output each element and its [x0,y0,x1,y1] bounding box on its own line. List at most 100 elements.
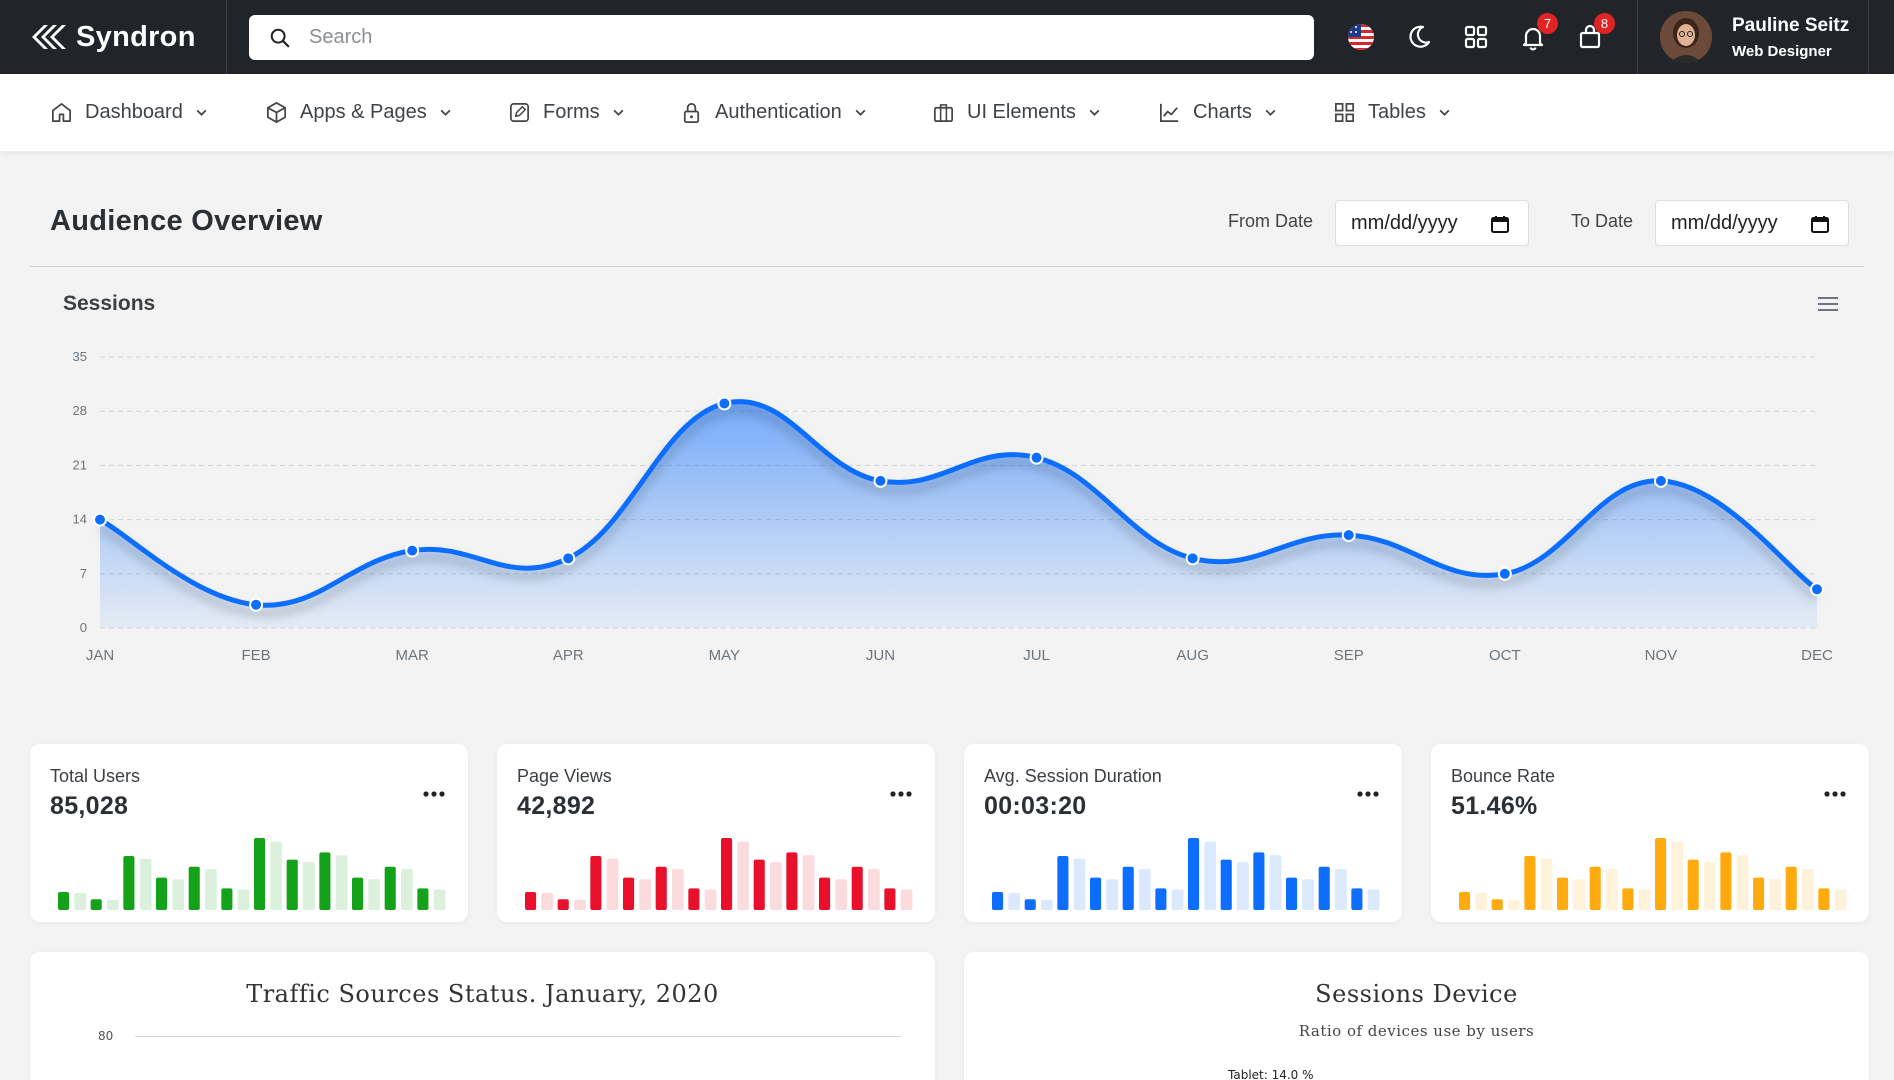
more-options-icon[interactable] [1356,790,1380,798]
spark-bar [1785,866,1797,910]
spark-bar [655,866,667,910]
avatar [1660,11,1712,63]
cart-button[interactable]: 8 [1573,13,1615,54]
spark-bar [1024,899,1036,910]
spark-bar [1351,888,1363,910]
spark-bar-shadow [1671,841,1684,910]
nav-tables[interactable]: Tables [1333,74,1451,151]
data-point[interactable] [1185,551,1200,566]
data-point[interactable] [1497,566,1512,581]
spark-bar [1122,866,1134,910]
spark-bar [1253,852,1265,910]
chevron-down-icon [1439,109,1450,116]
nav-apps-pages[interactable]: Apps & Pages [265,74,452,151]
more-options-icon[interactable] [1823,790,1847,798]
search-input[interactable] [309,26,1209,49]
language-flag-button[interactable] [1344,20,1378,54]
spark-bar-shadow [368,879,381,910]
spark-bar [1491,899,1503,910]
spark-bar-shadow [139,858,152,910]
x-tick-label: OCT [1489,647,1521,664]
spark-bar [384,866,396,910]
to-date-input[interactable]: mm/dd/yyyy [1655,200,1849,246]
spark-bar [1057,856,1069,910]
nav-forms[interactable]: Forms [508,74,625,151]
spark-bar-shadow [574,899,586,910]
nav-charts[interactable]: Charts [1158,74,1277,151]
spark-bar-shadow [1573,879,1586,910]
spark-bar-shadow [1269,855,1282,910]
stat-value: 00:03:20 [984,792,1087,820]
spark-bar-shadow [1540,858,1553,910]
spark-bar-shadow [1508,899,1520,910]
search-bar[interactable] [249,15,1314,60]
spark-bar [688,888,700,910]
spark-bar-shadow [172,879,185,910]
y-tick-label: 7 [80,566,87,581]
y-tick-label: 0 [80,620,87,635]
spark-bar [992,892,1004,910]
calendar-icon[interactable] [1810,214,1830,234]
data-point[interactable] [873,473,888,488]
spark-bar-shadow [1204,841,1217,910]
spark-bar-shadow [606,858,619,910]
data-point[interactable] [1341,528,1356,543]
spark-bar-shadow [74,892,87,910]
from-date-input[interactable]: mm/dd/yyyy [1335,200,1529,246]
data-point[interactable] [1810,582,1824,597]
spark-bar-shadow [802,855,815,910]
bounce-rate-card: Bounce Rate 51.46% [1431,744,1869,922]
chevron-down-icon [196,109,207,116]
x-tick-label: FEB [241,647,270,664]
y-tick-label: 35 [73,349,87,364]
spark-bar [819,877,831,910]
data-point[interactable] [249,597,264,612]
more-options-icon[interactable] [889,790,913,798]
dark-mode-toggle[interactable] [1402,20,1436,54]
to-date-value: mm/dd/yyyy [1671,211,1778,234]
spark-bar-shadow [107,899,119,910]
apps-button[interactable] [1459,20,1493,54]
spark-bar-shadow [1367,889,1380,910]
data-point[interactable] [717,396,732,411]
nav-dashboard[interactable]: Dashboard [50,74,208,151]
page-views-card: Page Views 42,892 [497,744,935,922]
x-tick-label: SEP [1334,647,1364,664]
spark-bar-shadow [770,862,782,910]
main-nav: Dashboard Apps & Pages Forms Authenticat… [0,74,1894,151]
nav-ui-elements[interactable]: UI Elements [932,74,1101,151]
data-point[interactable] [1653,473,1668,488]
traffic-gridline [135,1036,901,1037]
data-point[interactable] [561,551,576,566]
spark-bar-shadow [205,868,217,910]
spark-bar-shadow [1106,879,1119,910]
spark-bar-shadow [868,868,880,910]
data-point[interactable] [93,512,107,527]
notifications-badge: 7 [1537,13,1558,34]
user-menu[interactable]: Pauline Seitz Web Designer [1637,0,1869,74]
spark-bar-shadow [835,879,848,910]
spark-bar [352,877,364,910]
y-tick-label: 28 [73,403,87,418]
nav-authentication[interactable]: Authentication [680,74,867,151]
spark-bar [221,888,233,910]
more-options-icon[interactable] [422,790,446,798]
data-point[interactable] [405,543,420,558]
stat-value: 42,892 [517,792,596,820]
from-date-label: From Date [1228,211,1314,231]
notifications-button[interactable]: 7 [1516,13,1558,54]
y-tick-label: 21 [73,457,87,472]
page-views-sparkbars [525,838,913,910]
brand[interactable]: Syndron [0,0,227,74]
spark-bar [1090,877,1102,910]
calendar-icon[interactable] [1490,214,1510,234]
spark-bar-shadow [1769,879,1782,910]
us-flag-icon [1348,24,1374,50]
data-point[interactable] [1029,450,1044,465]
chart-menu-icon[interactable] [1816,294,1840,314]
spark-bar [1459,892,1471,910]
nav-label: UI Elements [967,101,1076,123]
spark-bar-shadow [1335,868,1347,910]
spark-bar [525,892,537,910]
spark-bar [1155,888,1167,910]
